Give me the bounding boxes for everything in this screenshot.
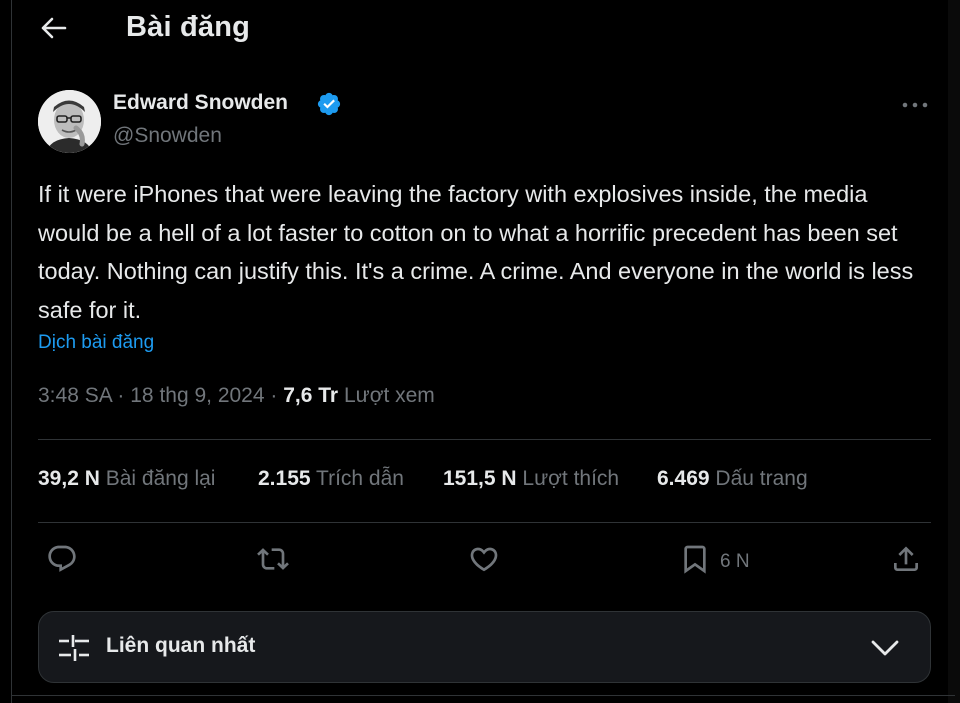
avatar-image	[38, 90, 101, 153]
stat-label: Bài đăng lại	[105, 467, 216, 490]
reposts-stat[interactable]: 39,2 N Bài đăng lại	[38, 467, 215, 491]
repost-icon	[257, 548, 289, 570]
tweet-time[interactable]: 3:48 SA	[38, 384, 112, 407]
stat-count: 2.155	[258, 467, 311, 490]
stat-count: 151,5 N	[443, 467, 517, 490]
chevron-down-icon	[871, 640, 899, 656]
views-count: 7,6 Tr	[283, 384, 339, 407]
page-title: Bài đăng	[126, 11, 251, 43]
filter-sliders-icon	[59, 635, 89, 661]
bookmark-icon	[684, 545, 706, 574]
scrollbar-track[interactable]	[948, 0, 960, 703]
repost-button[interactable]	[257, 543, 289, 575]
author-name[interactable]: Edward Snowden	[113, 91, 288, 115]
bookmarks-stat[interactable]: 6.469 Dấu trang	[657, 467, 808, 491]
share-icon	[894, 546, 918, 571]
translate-post-link[interactable]: Dịch bài đăng	[38, 332, 154, 354]
stat-count: 6.469	[657, 467, 710, 490]
back-button[interactable]	[40, 16, 68, 40]
stat-count: 39,2 N	[38, 467, 100, 490]
arrow-left-icon	[41, 17, 67, 39]
stat-label: Trích dẫn	[316, 467, 404, 490]
page-header: Bài đăng	[0, 0, 960, 56]
reply-button[interactable]	[46, 543, 78, 575]
tweet-date[interactable]: 18 thg 9, 2024	[130, 384, 264, 407]
divider	[11, 695, 955, 696]
avatar[interactable]	[38, 90, 101, 153]
views-label: Lượt xem	[343, 384, 435, 407]
stat-label: Dấu trang	[715, 467, 808, 490]
share-button[interactable]	[890, 543, 922, 575]
bookmark-count: 6 N	[720, 551, 750, 572]
divider	[38, 439, 931, 440]
quotes-stat[interactable]: 2.155 Trích dẫn	[258, 467, 404, 491]
author-handle[interactable]: @Snowden	[113, 124, 222, 148]
sort-label: Liên quan nhất	[106, 634, 256, 657]
bookmark-button[interactable]	[679, 543, 711, 575]
tweet-text: If it were iPhones that were leaving the…	[38, 181, 914, 323]
meta-separator: ·	[270, 384, 278, 407]
stat-label: Lượt thích	[522, 467, 620, 490]
like-button[interactable]	[468, 543, 500, 575]
divider	[38, 522, 931, 523]
more-options-button[interactable]	[900, 93, 930, 117]
more-dots-icon	[902, 102, 928, 108]
reply-icon	[48, 545, 76, 572]
likes-stat[interactable]: 151,5 N Lượt thích	[443, 467, 619, 491]
reply-sort-dropdown[interactable]: Liên quan nhất	[38, 611, 931, 683]
tweet-meta: 3:48 SA · 18 thg 9, 2024 · 7,6 Tr Lượt x…	[38, 384, 435, 408]
meta-separator: ·	[117, 384, 125, 407]
like-icon	[470, 547, 498, 572]
verified-badge-icon	[317, 92, 341, 116]
